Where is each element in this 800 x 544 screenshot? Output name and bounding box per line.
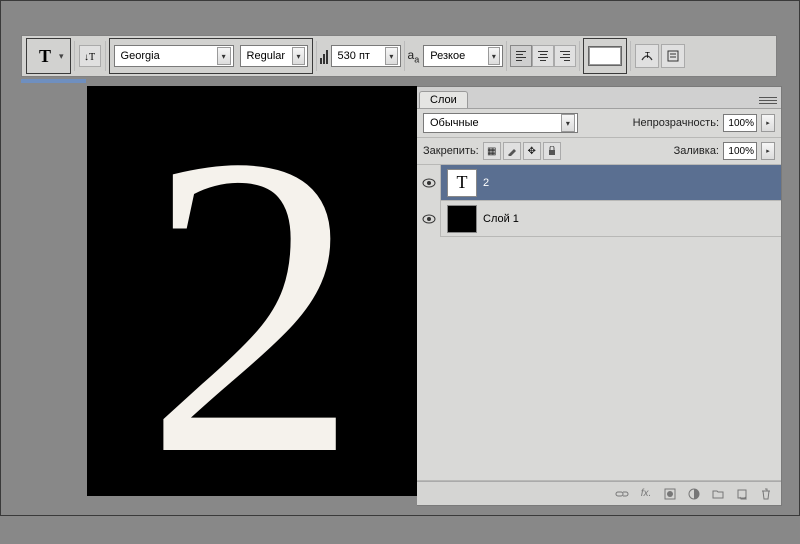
panel-tabs: Слои <box>417 87 781 109</box>
font-size-combo[interactable]: ▾ <box>331 45 401 67</box>
lock-pixels-button[interactable] <box>503 142 521 160</box>
anti-alias-input[interactable] <box>430 50 483 62</box>
tool-preset[interactable]: T ▾ <box>26 38 71 74</box>
type-layer-icon: T <box>457 172 468 193</box>
anti-alias-combo[interactable]: ▾ <box>423 45 503 67</box>
chevron-down-icon[interactable]: ▾ <box>488 47 501 65</box>
blend-opacity-row: ▾ Непрозрачность: ▸ <box>417 109 781 138</box>
tab-layers[interactable]: Слои <box>419 91 468 108</box>
layer-style-button[interactable]: fx. <box>637 486 655 502</box>
opacity-input[interactable] <box>723 114 757 132</box>
align-center-button[interactable] <box>532 45 554 67</box>
layer-name[interactable]: 2 <box>483 177 489 189</box>
type-options-bar: T ▾ ↓T ▾ ▾ ▾ aa ▾ <box>21 35 777 77</box>
layer-mask-button[interactable] <box>661 486 679 502</box>
panel-menu-button[interactable] <box>759 92 777 108</box>
window-status-strip <box>21 79 86 83</box>
layer-thumbnail[interactable]: T <box>447 169 477 197</box>
lock-all-button[interactable] <box>543 142 561 160</box>
layers-panel: Слои ▾ Непрозрачность: ▸ Закрепить: ▦ ✥ … <box>417 86 782 506</box>
lock-label: Закрепить: <box>423 145 479 157</box>
link-layers-button[interactable] <box>613 486 631 502</box>
layer-row[interactable]: T 2 <box>417 165 781 201</box>
font-family-input[interactable] <box>121 50 213 62</box>
new-layer-button[interactable] <box>733 486 751 502</box>
adjustment-layer-button[interactable] <box>685 486 703 502</box>
blend-mode-input[interactable] <box>430 117 557 129</box>
font-style-combo[interactable]: ▾ <box>240 45 308 67</box>
color-swatch-group <box>583 38 627 74</box>
warp-text-button[interactable]: T <box>635 44 659 68</box>
fill-label: Заливка: <box>674 145 719 157</box>
lock-transparency-button[interactable]: ▦ <box>483 142 501 160</box>
opacity-label: Непрозрачность: <box>633 117 719 129</box>
chevron-down-icon: ▾ <box>59 51 64 62</box>
group-button[interactable] <box>709 486 727 502</box>
chevron-down-icon[interactable]: ▾ <box>292 47 304 65</box>
text-align-group <box>510 45 576 67</box>
opacity-flyout[interactable]: ▸ <box>761 114 775 132</box>
visibility-toggle[interactable] <box>417 201 441 237</box>
fill-flyout[interactable]: ▸ <box>761 142 775 160</box>
align-left-button[interactable] <box>510 45 532 67</box>
font-family-combo[interactable]: ▾ <box>114 45 234 67</box>
blend-mode-combo[interactable]: ▾ <box>423 113 578 133</box>
text-color-swatch[interactable] <box>588 46 622 66</box>
document-canvas[interactable]: 2 <box>87 86 417 496</box>
chevron-down-icon[interactable]: ▾ <box>385 47 397 65</box>
font-size-icon <box>320 48 328 64</box>
text-layer-content: 2 <box>87 86 417 496</box>
chevron-down-icon[interactable]: ▾ <box>561 114 575 132</box>
visibility-toggle[interactable] <box>417 165 441 201</box>
delete-layer-button[interactable] <box>757 486 775 502</box>
svg-text:↓T: ↓T <box>84 52 95 63</box>
layer-row[interactable]: Слой 1 <box>417 201 781 237</box>
layers-bottom-bar: fx. <box>417 481 781 505</box>
font-size-input[interactable] <box>338 50 382 62</box>
layer-name[interactable]: Слой 1 <box>483 213 519 225</box>
anti-alias-icon: aa <box>408 48 420 64</box>
align-right-button[interactable] <box>554 45 576 67</box>
lock-position-button[interactable]: ✥ <box>523 142 541 160</box>
layer-thumbnail[interactable] <box>447 205 477 233</box>
lock-buttons: ▦ ✥ <box>483 142 561 160</box>
fill-input[interactable] <box>723 142 757 160</box>
text-orientation-toggle[interactable]: ↓T <box>79 45 101 67</box>
character-panel-button[interactable] <box>661 44 685 68</box>
lock-fill-row: Закрепить: ▦ ✥ Заливка: ▸ <box>417 138 781 165</box>
font-style-input[interactable] <box>247 50 289 62</box>
layers-list: T 2 Слой 1 <box>417 165 781 481</box>
svg-text:T: T <box>645 51 650 60</box>
chevron-down-icon[interactable]: ▾ <box>217 47 231 65</box>
type-tool-icon: T <box>33 46 57 67</box>
